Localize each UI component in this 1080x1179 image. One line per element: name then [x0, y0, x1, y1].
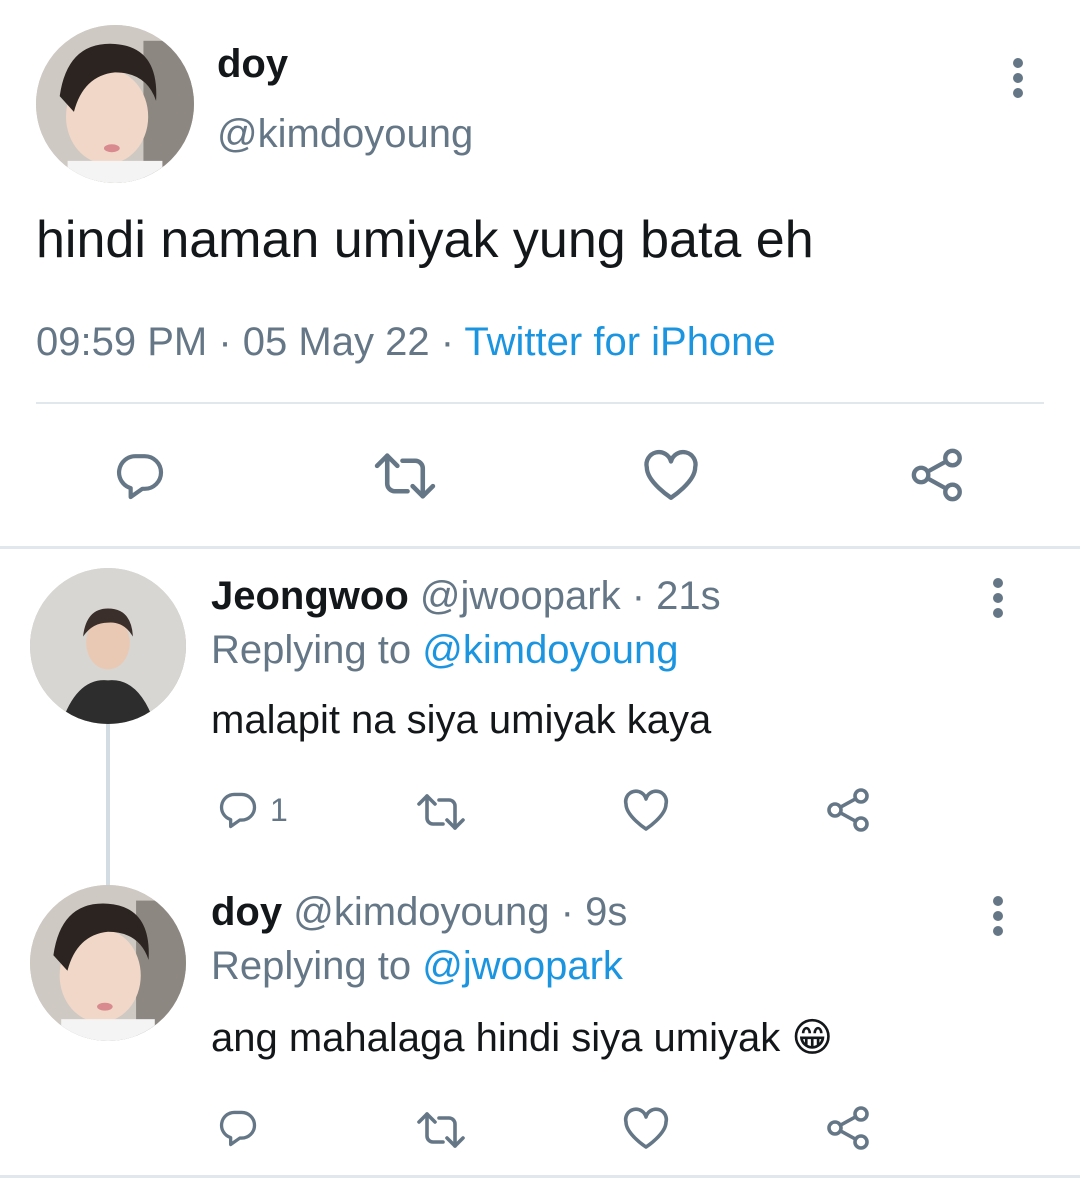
like-icon [623, 789, 669, 831]
replying-to-label: Replying to [211, 628, 412, 672]
avatar-image [30, 568, 186, 724]
reply-header: Jeongwoo @jwoopark · 21s [211, 572, 721, 620]
thread-line [106, 724, 110, 888]
avatar[interactable] [30, 885, 186, 1041]
like-button[interactable] [642, 448, 700, 504]
reply-text-row: ang mahalaga hindi siya umiyak 😁 [211, 1014, 833, 1062]
display-name[interactable]: doy [211, 890, 282, 934]
reply-header: doy @kimdoyoung · 9s [211, 888, 627, 936]
replying-to-handle[interactable]: @kimdoyoung [422, 628, 678, 672]
divider [0, 546, 1080, 549]
display-name[interactable]: doy [217, 40, 288, 88]
like-button[interactable] [622, 1106, 670, 1152]
share-button[interactable] [824, 786, 874, 834]
retweet-button[interactable] [414, 1108, 468, 1152]
reply-age: 9s [585, 890, 628, 934]
tweet-date: 05 May 22 [242, 320, 430, 364]
retweet-icon [417, 794, 465, 830]
reply-count: 1 [270, 792, 288, 828]
tweet-meta: 09:59 PM · 05 May 22 · Twitter for iPhon… [36, 318, 776, 366]
meta-separator: · [440, 320, 455, 364]
meta-separator: · [560, 890, 574, 934]
reply-text: malapit na siya umiyak kaya [211, 698, 712, 742]
reply-icon [116, 454, 164, 500]
share-icon [911, 448, 962, 502]
share-icon [827, 1106, 869, 1150]
meta-separator: · [218, 320, 232, 364]
reply-icon [219, 1110, 257, 1147]
grin-emoji: 😁 [791, 1015, 834, 1061]
replying-to-label: Replying to [211, 944, 412, 988]
reply-button[interactable] [214, 1106, 262, 1150]
share-button[interactable] [908, 446, 968, 504]
replying-to: Replying to @jwoopark [211, 942, 623, 990]
more-options-icon[interactable] [991, 578, 1005, 623]
reply-text: ang mahalaga hindi siya umiyak [211, 1016, 781, 1060]
divider [36, 402, 1044, 404]
reply-icon [219, 792, 257, 829]
reply-button[interactable]: 1 [214, 788, 288, 832]
like-icon [623, 1107, 669, 1149]
like-button[interactable] [622, 788, 670, 834]
replying-to: Replying to @kimdoyoung [211, 626, 679, 674]
retweet-icon [417, 1112, 465, 1148]
retweet-button[interactable] [414, 790, 468, 834]
user-handle[interactable]: @kimdoyoung [293, 890, 549, 934]
like-icon [644, 449, 698, 500]
user-handle[interactable]: @kimdoyoung [217, 110, 473, 158]
avatar-image [36, 25, 194, 183]
more-options-icon[interactable] [1011, 58, 1025, 103]
display-name[interactable]: Jeongwoo [211, 574, 409, 618]
replying-to-handle[interactable]: @jwoopark [422, 944, 623, 988]
meta-separator: · [631, 574, 646, 618]
retweet-icon [374, 453, 436, 499]
tweet-text: hindi naman umiyak yung bata eh [36, 211, 814, 269]
more-options-icon[interactable] [991, 896, 1005, 941]
retweet-button[interactable] [372, 448, 438, 504]
tweet-time: 09:59 PM [36, 320, 208, 364]
share-button[interactable] [824, 1104, 874, 1152]
avatar[interactable] [30, 568, 186, 724]
share-icon [827, 788, 869, 832]
avatar[interactable] [36, 25, 194, 183]
divider [0, 1175, 1080, 1178]
reply-age: 21s [656, 574, 721, 618]
avatar-image [30, 885, 186, 1041]
reply-button[interactable] [110, 448, 170, 504]
tweet-source-link[interactable]: Twitter for iPhone [464, 320, 775, 364]
user-handle[interactable]: @jwoopark [420, 574, 621, 618]
